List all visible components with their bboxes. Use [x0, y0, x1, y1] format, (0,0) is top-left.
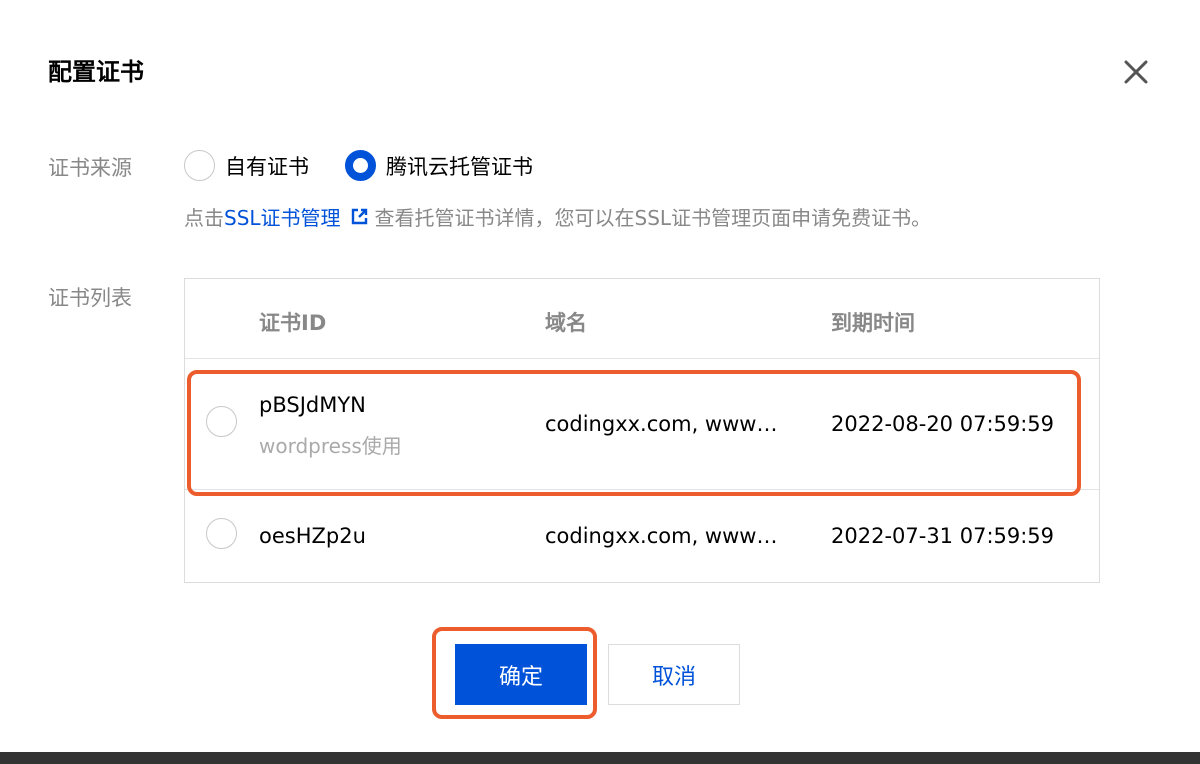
confirm-button[interactable]: 确定	[455, 644, 587, 705]
table-row[interactable]: oesHZp2u codingxx.com, www… 2022-07-31 0…	[185, 491, 1099, 583]
col-cert-id: 证书ID	[259, 311, 327, 335]
close-icon[interactable]	[1118, 54, 1154, 90]
ssl-cert-management-link[interactable]: SSL证书管理	[224, 202, 375, 231]
radio-own-cert-label: 自有证书	[225, 154, 309, 179]
table-row[interactable]: pBSJdMYN wordpress使用 codingxx.com, www… …	[185, 360, 1099, 490]
radio-tencent-hosted-cert-label: 腾讯云托管证书	[386, 154, 533, 179]
row-radio-icon[interactable]	[206, 406, 237, 437]
bottom-strip	[0, 752, 1200, 764]
row-radio-icon[interactable]	[206, 518, 237, 549]
dialog-title: 配置证书	[48, 58, 144, 86]
radio-checked-icon[interactable]	[345, 150, 376, 181]
cert-domain: codingxx.com, www…	[545, 524, 778, 548]
cert-table: 证书ID 域名 到期时间 pBSJdMYN wordpress使用 coding…	[184, 278, 1100, 583]
config-certificate-dialog: 配置证书 证书来源 自有证书 腾讯云托管证书 点击 SSL证书管理 查看托管证书…	[0, 0, 1200, 752]
cancel-button[interactable]: 取消	[608, 644, 740, 705]
cert-expires: 2022-07-31 07:59:59	[831, 524, 1055, 548]
radio-unchecked-icon[interactable]	[184, 150, 215, 181]
cert-source-hint: 点击 SSL证书管理 查看托管证书详情，您可以在SSL证书管理页面申请免费证书。	[184, 202, 931, 231]
cert-id: oesHZp2u	[259, 524, 366, 548]
cert-source-label: 证书来源	[48, 156, 132, 180]
table-header: 证书ID 域名 到期时间	[185, 279, 1099, 359]
radio-tencent-hosted-cert[interactable]: 腾讯云托管证书	[345, 150, 533, 181]
radio-own-cert[interactable]: 自有证书	[184, 150, 309, 181]
col-expires: 到期时间	[831, 311, 915, 335]
col-domain: 域名	[545, 311, 587, 335]
cert-source-radio-group: 自有证书 腾讯云托管证书	[184, 150, 569, 181]
hint-suffix: 查看托管证书详情，您可以在SSL证书管理页面申请免费证书。	[374, 206, 932, 230]
cert-list-label: 证书列表	[48, 286, 132, 310]
hint-prefix: 点击	[184, 206, 224, 230]
ssl-link-label[interactable]: SSL证书管理	[224, 202, 341, 231]
cert-id: pBSJdMYN	[259, 393, 366, 417]
cert-domain: codingxx.com, www…	[545, 412, 778, 436]
cert-expires: 2022-08-20 07:59:59	[831, 412, 1055, 436]
external-link-icon[interactable]	[349, 207, 369, 227]
cert-remark: wordpress使用	[259, 434, 402, 458]
